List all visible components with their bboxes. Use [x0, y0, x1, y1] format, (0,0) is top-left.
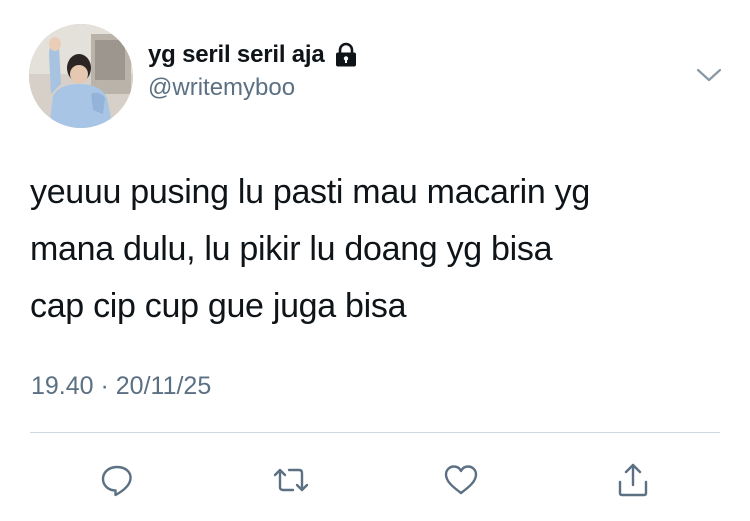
- avatar-photo: [29, 24, 133, 128]
- tweet-timestamp[interactable]: 19.40 · 20/11/25: [31, 372, 211, 401]
- display-name[interactable]: yg seril seril aja: [148, 41, 325, 69]
- more-options-button[interactable]: [694, 60, 724, 90]
- like-button[interactable]: [435, 454, 487, 506]
- reply-icon: [101, 465, 132, 497]
- share-button[interactable]: [607, 454, 659, 506]
- avatar[interactable]: [29, 24, 133, 128]
- tweet-text: yeuuu pusing lu pasti mau macarin yg man…: [30, 173, 590, 325]
- user-handle[interactable]: @writemyboo: [148, 74, 359, 102]
- chevron-down-icon: [696, 68, 722, 82]
- heart-icon: [444, 465, 478, 495]
- tweet-card: yg seril seril aja @writemyboo yeuuu pus…: [0, 0, 750, 521]
- author-block: yg seril seril aja @writemyboo: [148, 38, 359, 102]
- display-name-row: yg seril seril aja: [148, 38, 359, 72]
- share-icon: [618, 463, 648, 497]
- divider: [30, 432, 720, 433]
- retweet-icon: [273, 468, 309, 492]
- retweet-button[interactable]: [265, 454, 317, 506]
- action-bar: [0, 450, 750, 510]
- lock-icon: [333, 42, 359, 68]
- reply-button[interactable]: [91, 454, 143, 506]
